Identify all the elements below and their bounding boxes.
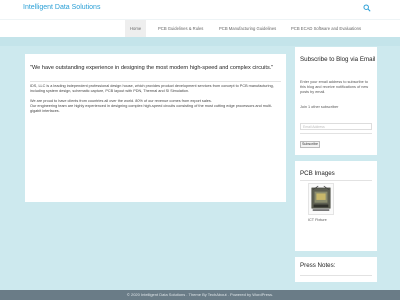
intro-quote: "We have outstanding experience in desig… [30, 65, 274, 71]
header-band [0, 37, 400, 46]
ict-fixture-image[interactable] [308, 183, 334, 215]
subscribe-widget: Subscribe to Blog via Email Enter your e… [295, 47, 377, 155]
press-notes-widget: Press Notes: [295, 257, 377, 282]
pcb-images-title: PCB Images [300, 170, 335, 177]
site-header: Intelligent Data Solutions [0, 0, 400, 19]
intro-paragraph: IDS, LLC is a leading independent profes… [30, 84, 274, 93]
subscribe-description: Enter your email address to subscribe to… [300, 80, 369, 94]
search-icon[interactable] [363, 4, 371, 12]
site-footer: © 2020 Intelligent Data Solutions . Them… [0, 290, 400, 300]
nav-item-home[interactable]: Home [125, 20, 147, 38]
subscribe-divider [300, 133, 372, 134]
pcb-images-divider [300, 180, 372, 181]
nav-item-ecad-software[interactable]: PCB ECAD Software and Evaluations [286, 20, 366, 38]
nav-item-pcb-guidelines[interactable]: PCB Guidelines & Rules [153, 20, 208, 38]
main-content: "We have outstanding experience in desig… [25, 54, 286, 202]
subscribe-title: Subscribe to Blog via Email [300, 56, 376, 63]
ict-fixture-caption: ICT Fixture [308, 218, 327, 222]
subscribe-button[interactable]: Subscribe [300, 141, 320, 148]
press-notes-divider [300, 275, 372, 276]
pcb-images-widget: PCB Images ICT Fixture [295, 161, 377, 251]
main-navigation: Home PCB Guidelines & Rules PCB Manufact… [0, 19, 400, 38]
email-field[interactable] [300, 123, 372, 130]
press-notes-title: Press Notes: [300, 262, 336, 269]
subscriber-count: Join 1 other subscriber [300, 105, 339, 109]
team-paragraph: Our engineering team are highly experien… [30, 104, 273, 113]
nav-item-manufacturing-guidelines[interactable]: PCB Manufacturing Guidelines [214, 20, 281, 38]
site-title[interactable]: Intelligent Data Solutions [23, 4, 100, 11]
content-divider [30, 81, 281, 82]
